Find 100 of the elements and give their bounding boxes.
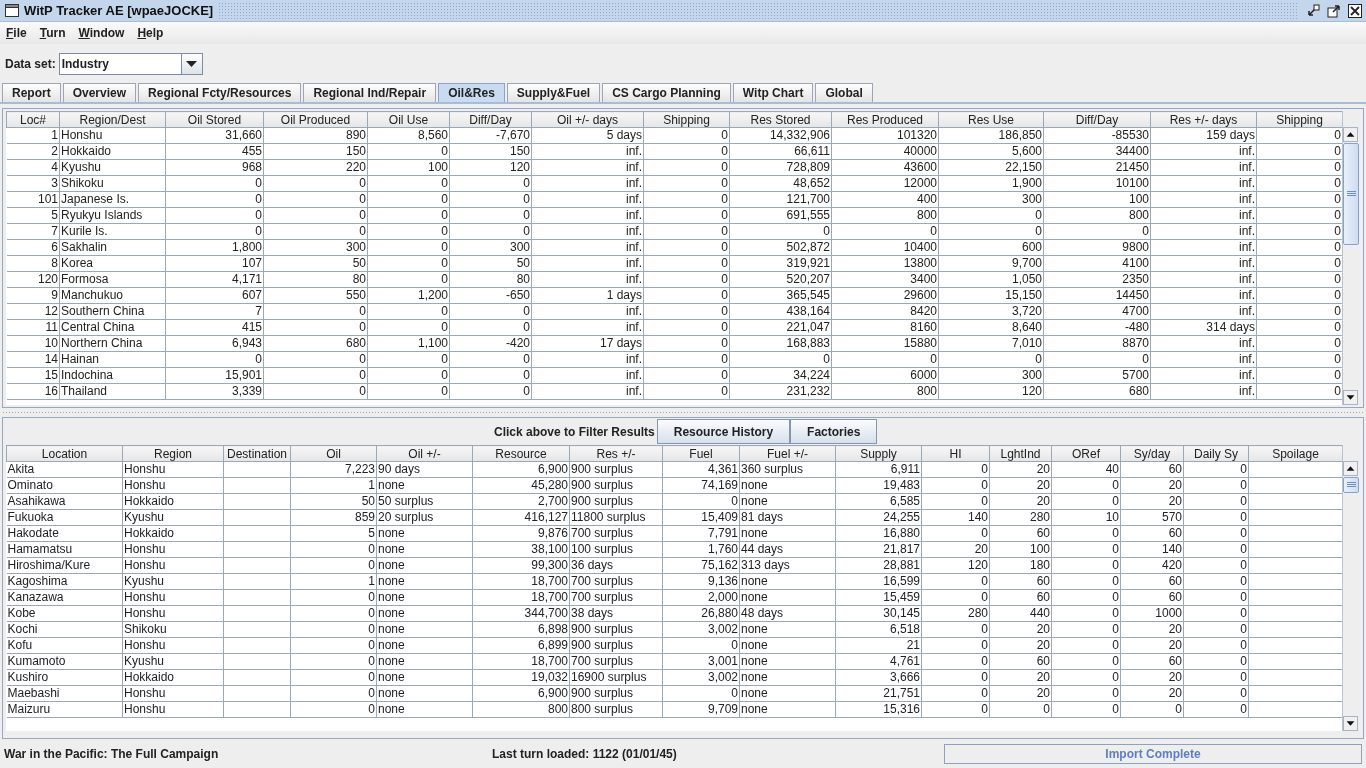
- column-header[interactable]: Fuel +/-: [739, 445, 836, 462]
- column-header[interactable]: Oil Stored: [165, 111, 264, 128]
- table-cell: 0: [643, 335, 730, 352]
- table-cell: 18,700: [472, 653, 570, 670]
- close-icon[interactable]: [1348, 3, 1362, 18]
- column-header[interactable]: Region/Dest: [59, 111, 166, 128]
- column-header[interactable]: Resource: [472, 445, 570, 462]
- table-cell: 120: [921, 557, 990, 574]
- minimize-icon[interactable]: [1306, 3, 1320, 18]
- menu-item[interactable]: Turn: [39, 26, 66, 40]
- table-cell: Honshu: [122, 541, 224, 558]
- table-cell: Indochina: [59, 367, 166, 384]
- table-cell: 60: [989, 653, 1052, 670]
- table-cell: Kushiro: [6, 669, 123, 686]
- menu-item[interactable]: Window: [78, 26, 125, 40]
- scroll-up-icon[interactable]: [1343, 127, 1358, 142]
- scrollbar-thumb[interactable]: [1343, 143, 1359, 245]
- table-cell: 0: [938, 351, 1044, 368]
- menu-item[interactable]: File: [6, 26, 27, 40]
- tab[interactable]: CS Cargo Planning: [602, 83, 731, 102]
- table-cell: 3: [6, 175, 60, 192]
- table-cell: Fukuoka: [6, 509, 123, 526]
- table-cell: 180: [989, 557, 1052, 574]
- column-header[interactable]: Oil: [290, 445, 377, 462]
- column-header[interactable]: Oil +/-: [376, 445, 473, 462]
- table-cell: 300: [938, 191, 1044, 208]
- tab[interactable]: Regional Fcty/Resources: [138, 83, 302, 102]
- table-cell: Honshu: [122, 701, 224, 718]
- table-cell: 3,002: [662, 621, 740, 638]
- column-header[interactable]: Res Use: [938, 111, 1044, 128]
- column-header[interactable]: Spoilage: [1248, 445, 1342, 462]
- table-cell: none: [376, 637, 473, 654]
- table-cell: 0: [643, 207, 730, 224]
- column-header[interactable]: Location: [6, 445, 123, 462]
- tab[interactable]: Global: [815, 83, 873, 102]
- table-cell: 0: [263, 383, 368, 400]
- table-cell: 0: [1051, 701, 1121, 718]
- column-header[interactable]: ORef: [1051, 445, 1121, 462]
- table-cell: 680: [263, 335, 368, 352]
- column-header[interactable]: Destination: [223, 445, 291, 462]
- column-header[interactable]: LghtInd: [989, 445, 1052, 462]
- table-cell: Kagoshima: [6, 573, 123, 590]
- tab[interactable]: Oil&Res: [438, 83, 505, 102]
- table-cell: 220: [263, 159, 368, 176]
- column-header[interactable]: Supply: [835, 445, 922, 462]
- table-cell: none: [739, 477, 836, 494]
- column-header[interactable]: HI: [921, 445, 990, 462]
- tab[interactable]: Overview: [62, 83, 137, 102]
- table-cell: -85530: [1043, 127, 1151, 144]
- column-header[interactable]: Shipping: [643, 111, 730, 128]
- column-header[interactable]: Loc#: [6, 111, 60, 128]
- column-header[interactable]: Fuel: [662, 445, 740, 462]
- menu-item[interactable]: Help: [137, 26, 164, 40]
- table-cell: 0: [921, 685, 990, 702]
- scroll-down-icon[interactable]: [1343, 716, 1358, 731]
- scroll-down-icon[interactable]: [1343, 390, 1358, 405]
- column-header[interactable]: Res Stored: [729, 111, 832, 128]
- table-cell: 20: [989, 477, 1052, 494]
- tab[interactable]: Regional Ind/Repair: [303, 83, 437, 102]
- table-cell: 0: [367, 239, 450, 256]
- dataset-dropdown[interactable]: Industry: [58, 53, 203, 75]
- table-cell: 26,880: [662, 605, 740, 622]
- maximize-icon[interactable]: [1327, 3, 1341, 18]
- filter-button[interactable]: Resource History: [656, 419, 791, 444]
- table-cell: 502,872: [729, 239, 832, 256]
- column-header[interactable]: Shipping: [1256, 111, 1342, 128]
- table-cell: 21,751: [835, 685, 922, 702]
- table-cell: 29600: [831, 287, 939, 304]
- table-cell: Kurile Is.: [59, 223, 166, 240]
- column-header[interactable]: Res +/- days: [1150, 111, 1257, 128]
- column-header[interactable]: Region: [122, 445, 224, 462]
- vertical-scrollbar[interactable]: [1342, 111, 1359, 405]
- table-cell: 0: [1051, 653, 1121, 670]
- table-cell: 14,332,906: [729, 127, 832, 144]
- scroll-up-icon[interactable]: [1343, 461, 1358, 476]
- column-header[interactable]: Oil Use: [367, 111, 450, 128]
- tab[interactable]: Supply&Fuel: [506, 83, 601, 102]
- column-header[interactable]: Diff/Day: [449, 111, 532, 128]
- tab[interactable]: Report: [2, 83, 61, 102]
- table-cell: 0: [921, 461, 990, 478]
- table-cell: 10: [1051, 509, 1121, 526]
- table-cell: inf.: [1150, 271, 1257, 288]
- column-header[interactable]: Oil Produced: [263, 111, 368, 128]
- column-header[interactable]: Diff/Day: [1043, 111, 1151, 128]
- table-cell: 700 surplus: [569, 653, 663, 670]
- table-cell: none: [376, 605, 473, 622]
- column-header[interactable]: Res +/-: [569, 445, 663, 462]
- column-header[interactable]: Daily Sy: [1183, 445, 1249, 462]
- table-cell: 0: [290, 637, 377, 654]
- table-cell: 36 days: [569, 557, 663, 574]
- tab[interactable]: Witp Chart: [732, 83, 814, 102]
- table-cell: none: [376, 477, 473, 494]
- column-header[interactable]: Res Produced: [831, 111, 939, 128]
- filter-button[interactable]: Factories: [790, 419, 878, 444]
- column-header[interactable]: Oil +/- days: [531, 111, 644, 128]
- column-header[interactable]: Sy/day: [1120, 445, 1184, 462]
- table-cell: 20: [1120, 637, 1184, 654]
- table-cell: 5: [6, 207, 60, 224]
- scrollbar-thumb[interactable]: [1343, 477, 1359, 493]
- table-cell: -7,670: [449, 127, 532, 144]
